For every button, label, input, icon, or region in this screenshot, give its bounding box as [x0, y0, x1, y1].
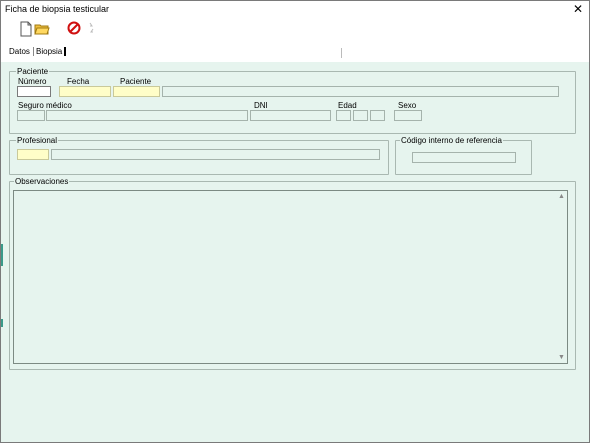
- window-edge-accent: [1, 319, 3, 327]
- close-icon[interactable]: ✕: [571, 2, 585, 16]
- numero-field[interactable]: [17, 86, 51, 97]
- profesional-group-label: Profesional: [16, 136, 59, 145]
- disabled-action-icon: [87, 21, 103, 37]
- tab-content-datos: Paciente Número Fecha Paciente Seguro mé…: [1, 62, 589, 442]
- edad-years-field[interactable]: [336, 110, 351, 121]
- sexo-label: Sexo: [398, 101, 417, 110]
- window-title: Ficha de biopsia testicular: [5, 4, 110, 14]
- window-edge-accent: [1, 244, 3, 266]
- edad-months-field[interactable]: [353, 110, 368, 121]
- title-bar: Ficha de biopsia testicular ✕: [1, 1, 589, 18]
- tab-strip: Datos Biopsia: [1, 40, 589, 62]
- tab-divider: [341, 48, 342, 58]
- observaciones-scrollbar[interactable]: ▲ ▼: [557, 191, 567, 363]
- observaciones-group-label: Observaciones: [14, 177, 70, 186]
- numero-label: Número: [18, 77, 47, 86]
- new-document-icon[interactable]: [19, 21, 35, 37]
- paciente-label: Paciente: [120, 77, 152, 86]
- edad-days-field[interactable]: [370, 110, 385, 121]
- edad-label: Edad: [338, 101, 357, 110]
- codigo-field[interactable]: [412, 152, 516, 163]
- profesional-code-field[interactable]: [17, 149, 49, 160]
- paciente-id-field[interactable]: [113, 86, 160, 97]
- fecha-label: Fecha: [67, 77, 90, 86]
- seguro-label: Seguro médico: [18, 101, 72, 110]
- tab-datos[interactable]: Datos: [7, 47, 32, 56]
- paciente-group: [9, 71, 576, 134]
- fecha-field[interactable]: [59, 86, 111, 97]
- toolbar: [1, 18, 589, 41]
- scroll-up-icon[interactable]: ▲: [558, 193, 565, 200]
- dni-label: DNI: [254, 101, 268, 110]
- open-folder-icon[interactable]: [34, 21, 50, 37]
- paciente-group-label: Paciente: [16, 67, 50, 76]
- window: Ficha de biopsia testicular ✕ Datos Biop…: [0, 0, 590, 443]
- profesional-name-field[interactable]: [51, 149, 380, 160]
- tab-biopsia[interactable]: Biopsia: [33, 47, 67, 56]
- observaciones-textarea[interactable]: ▲ ▼: [13, 190, 568, 364]
- seguro-name-field[interactable]: [46, 110, 248, 121]
- cancel-icon[interactable]: [67, 21, 83, 37]
- sexo-field[interactable]: [394, 110, 422, 121]
- paciente-name-field[interactable]: [162, 86, 559, 97]
- codigo-group-label: Código interno de referencia: [400, 136, 503, 145]
- seguro-code-field[interactable]: [17, 110, 45, 121]
- dni-field[interactable]: [250, 110, 331, 121]
- scroll-down-icon[interactable]: ▼: [558, 354, 565, 361]
